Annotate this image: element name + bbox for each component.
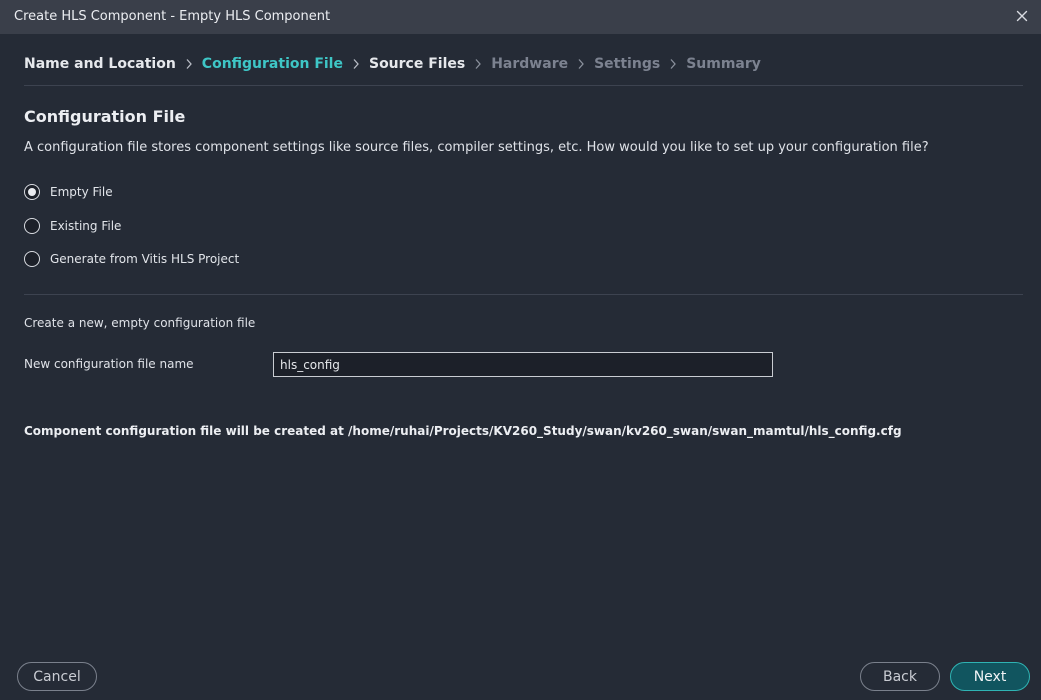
step-summary: Summary: [686, 56, 761, 72]
chevron-right-icon: [568, 54, 594, 74]
chevron-right-icon: [660, 54, 686, 74]
chevron-right-icon: [176, 54, 202, 74]
step-hardware: Hardware: [491, 56, 569, 72]
back-button[interactable]: Back: [860, 662, 940, 691]
config-file-name-label: New configuration file name: [24, 357, 194, 371]
chevron-right-icon: [465, 54, 491, 74]
options-divider: [24, 294, 1023, 295]
radio-label: Generate from Vitis HLS Project: [50, 252, 240, 266]
config-file-name-input[interactable]: [273, 352, 773, 377]
cancel-button[interactable]: Cancel: [17, 662, 97, 691]
radio-button[interactable]: [24, 251, 40, 267]
step-configuration-file[interactable]: Configuration File: [202, 56, 343, 72]
step-source-files[interactable]: Source Files: [369, 56, 465, 72]
radio-label: Existing File: [50, 219, 122, 233]
chevron-right-icon: [343, 54, 369, 74]
config-path-note: Component configuration file will be cre…: [24, 424, 902, 438]
create-hls-component-dialog: Create HLS Component - Empty HLS Compone…: [0, 0, 1041, 700]
radio-empty-file[interactable]: Empty File: [24, 182, 113, 202]
dialog-title: Create HLS Component - Empty HLS Compone…: [14, 9, 331, 24]
next-button[interactable]: Next: [950, 662, 1030, 691]
radio-generate-from-vitis[interactable]: Generate from Vitis HLS Project: [24, 249, 239, 269]
section-description: A configuration file stores component se…: [24, 140, 929, 155]
wizard-stepper: Name and Location Configuration File Sou…: [24, 54, 761, 74]
step-settings: Settings: [594, 56, 661, 72]
header-divider: [24, 85, 1023, 86]
option-description: Create a new, empty configuration file: [24, 316, 256, 330]
close-icon[interactable]: [1015, 8, 1029, 24]
step-name-and-location[interactable]: Name and Location: [24, 56, 176, 72]
section-title: Configuration File: [24, 107, 186, 126]
dialog-titlebar: Create HLS Component - Empty HLS Compone…: [0, 0, 1041, 34]
radio-label: Empty File: [50, 185, 113, 199]
radio-button-checked[interactable]: [24, 184, 40, 200]
radio-existing-file[interactable]: Existing File: [24, 216, 121, 236]
radio-button[interactable]: [24, 218, 40, 234]
